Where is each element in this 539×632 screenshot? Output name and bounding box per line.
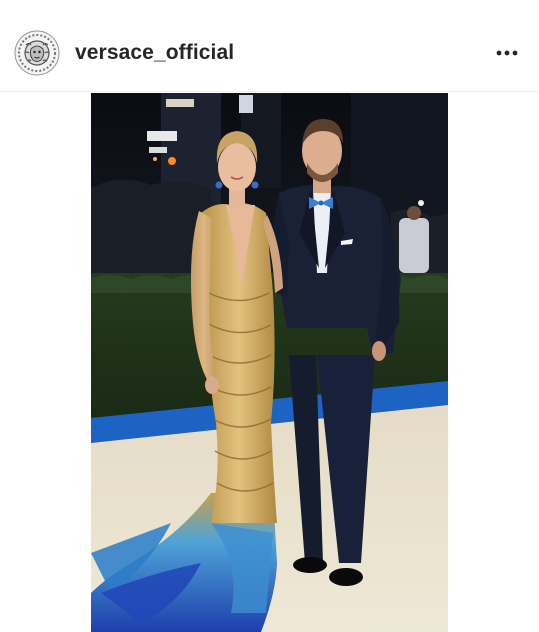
post-photo[interactable] [91,93,448,632]
post-username[interactable]: versace_official [75,40,234,66]
post-header: versace_official [0,0,539,92]
more-options-icon [496,50,518,56]
profile-avatar[interactable] [14,30,60,76]
couple-on-red-carpet-photo [91,93,448,632]
versace-medusa-logo-icon [14,30,60,76]
more-options-button[interactable] [492,40,522,66]
